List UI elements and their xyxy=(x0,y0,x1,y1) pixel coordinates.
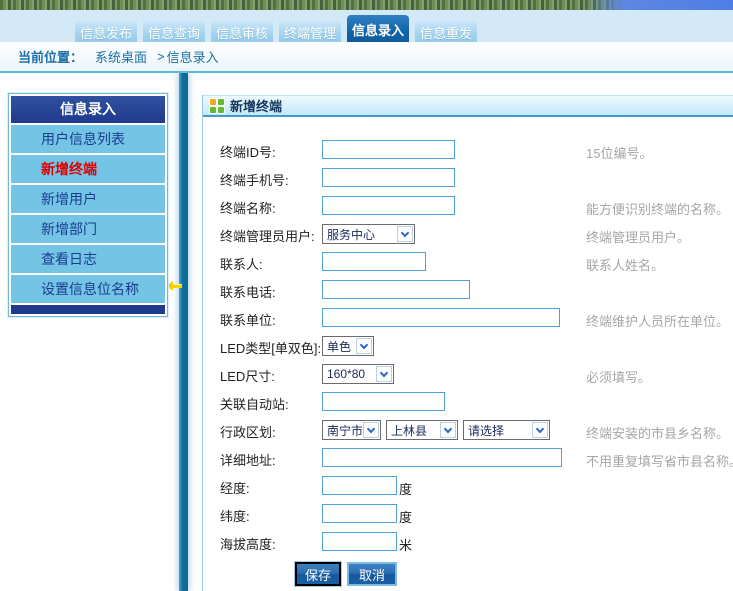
chevron-down-icon xyxy=(397,226,413,242)
contact-name-label: 联系人: xyxy=(220,252,322,273)
contact-phone-input[interactable] xyxy=(322,280,470,299)
contact-phone-label: 联系电话: xyxy=(220,280,322,301)
admin-user-hint: 终端管理员用户。 xyxy=(586,227,690,246)
sidebar-item-add-department[interactable]: 新增部门 xyxy=(11,215,165,243)
breadcrumb-separator: > xyxy=(157,49,165,64)
address-label: 详细地址: xyxy=(220,448,322,469)
cancel-button[interactable]: 取消 xyxy=(347,562,397,586)
chevron-down-icon xyxy=(532,422,548,438)
led-size-hint: 必须填写。 xyxy=(586,367,651,386)
terminal-name-hint: 能方便识别终端的名称。 xyxy=(586,199,729,218)
sidebar-item-view-log[interactable]: 查看日志 xyxy=(11,245,165,273)
terminal-name-input[interactable] xyxy=(322,196,455,215)
region-city-select[interactable]: 南宁市 xyxy=(322,420,381,440)
chevron-down-icon xyxy=(363,422,379,438)
form-buttons: 保存 取消 xyxy=(203,560,733,586)
led-size-select[interactable]: 160*80 xyxy=(322,364,394,384)
terminal-name-label: 终端名称: xyxy=(220,196,322,217)
terminal-id-input[interactable] xyxy=(322,140,455,159)
form-row-contact-phone: 联系电话: xyxy=(203,280,733,308)
altitude-input[interactable] xyxy=(322,532,397,551)
address-input[interactable] xyxy=(322,448,562,467)
auto-station-label: 关联自动站: xyxy=(220,392,322,413)
sidebar-item-user-list[interactable]: 用户信息列表 xyxy=(11,125,165,153)
address-hint: 不用重复填写省市县名称。 xyxy=(586,451,733,470)
region-county-select[interactable]: 上林县 xyxy=(386,420,458,440)
form-row-contact-name: 联系人: 联系人姓名。 xyxy=(203,252,733,280)
region-town-select[interactable]: 请选择 xyxy=(463,420,550,440)
terminal-id-hint: 15位编号。 xyxy=(586,143,652,162)
led-type-select[interactable]: 单色 xyxy=(322,336,374,356)
longitude-label: 经度: xyxy=(220,476,322,497)
contact-org-input[interactable] xyxy=(322,308,560,327)
sidebar-divider-stripe xyxy=(179,73,188,591)
altitude-unit: 米 xyxy=(399,532,412,554)
breadcrumb: 当前位置： 系统桌面 > 信息录入 xyxy=(0,42,733,73)
led-type-label: LED类型[单双色]: xyxy=(220,336,322,357)
led-size-label: LED尺寸: xyxy=(220,364,322,385)
terminal-phone-label: 终端手机号: xyxy=(220,168,322,189)
contact-org-hint: 终端维护人员所在单位。 xyxy=(586,311,729,330)
grid-icon xyxy=(210,99,224,113)
longitude-input[interactable] xyxy=(322,476,397,495)
form-row-address: 详细地址: 不用重复填写省市县名称。 xyxy=(203,448,733,476)
sidebar-title: 信息录入 xyxy=(11,96,165,123)
form-row-longitude: 经度: 度 xyxy=(203,476,733,504)
terminal-id-label: 终端ID号: xyxy=(220,140,322,161)
panel-header: 新增终端 xyxy=(203,95,733,117)
contact-name-hint: 联系人姓名。 xyxy=(586,255,664,274)
contact-name-input[interactable] xyxy=(322,252,426,271)
region-hint: 终端安装的市县乡名称。 xyxy=(586,423,729,442)
chevron-down-icon xyxy=(356,338,372,354)
top-nav-bar: 信息发布 信息查询 信息审核 终端管理 信息录入 信息重发 xyxy=(0,10,733,42)
chevron-down-icon xyxy=(440,422,456,438)
form-row-terminal-phone: 终端手机号: xyxy=(203,168,733,196)
sidebar-item-add-user[interactable]: 新增用户 xyxy=(11,185,165,213)
breadcrumb-prefix: 当前位置： xyxy=(18,47,83,66)
add-terminal-panel: 新增终端 终端ID号: 15位编号。 终端手机号: 终端名称: 能方便识别终端的… xyxy=(202,95,733,591)
latitude-input[interactable] xyxy=(322,504,397,523)
form-row-terminal-id: 终端ID号: 15位编号。 xyxy=(203,140,733,168)
sidebar-collapse-handle[interactable] xyxy=(166,281,183,291)
panel-title: 新增终端 xyxy=(230,96,282,115)
arrow-tail xyxy=(173,284,182,288)
form-row-led-type: LED类型[单双色]: 单色 xyxy=(203,336,733,364)
breadcrumb-home-link[interactable]: 系统桌面 xyxy=(95,47,147,66)
sidebar: 信息录入 用户信息列表 新增终端 新增用户 新增部门 查看日志 设置信息位名称 xyxy=(8,93,168,317)
form-row-admin-user: 终端管理员用户: 服务中心 终端管理员用户。 xyxy=(203,224,733,252)
form-row-latitude: 纬度: 度 xyxy=(203,504,733,532)
sidebar-item-set-info-slot-name[interactable]: 设置信息位名称 xyxy=(11,275,165,303)
latitude-unit: 度 xyxy=(399,504,412,526)
altitude-label: 海拔高度: xyxy=(220,532,322,553)
sidebar-item-add-terminal[interactable]: 新增终端 xyxy=(11,155,165,183)
auto-station-input[interactable] xyxy=(322,392,445,411)
form-row-altitude: 海拔高度: 米 xyxy=(203,532,733,560)
region-label: 行政区划: xyxy=(220,420,322,441)
form-row-auto-station: 关联自动站: xyxy=(203,392,733,420)
breadcrumb-current[interactable]: 信息录入 xyxy=(167,47,219,66)
form-row-terminal-name: 终端名称: 能方便识别终端的名称。 xyxy=(203,196,733,224)
longitude-unit: 度 xyxy=(399,476,412,498)
form-row-contact-org: 联系单位: 终端维护人员所在单位。 xyxy=(203,308,733,336)
chevron-down-icon xyxy=(376,366,392,382)
header-photo-banner xyxy=(0,0,733,10)
terminal-phone-input[interactable] xyxy=(322,168,455,187)
latitude-label: 纬度: xyxy=(220,504,322,525)
form-row-led-size: LED尺寸: 160*80 必须填写。 xyxy=(203,364,733,392)
save-button[interactable]: 保存 xyxy=(295,562,341,586)
add-terminal-form: 终端ID号: 15位编号。 终端手机号: 终端名称: 能方便识别终端的名称。 终… xyxy=(203,117,733,586)
contact-org-label: 联系单位: xyxy=(220,308,322,329)
sidebar-footer-bar xyxy=(11,305,165,314)
admin-user-label: 终端管理员用户: xyxy=(220,224,322,245)
form-row-region: 行政区划: 南宁市 上林县 请选择 终端安装的市县乡名称。 xyxy=(203,420,733,448)
admin-user-select[interactable]: 服务中心 xyxy=(322,224,415,244)
